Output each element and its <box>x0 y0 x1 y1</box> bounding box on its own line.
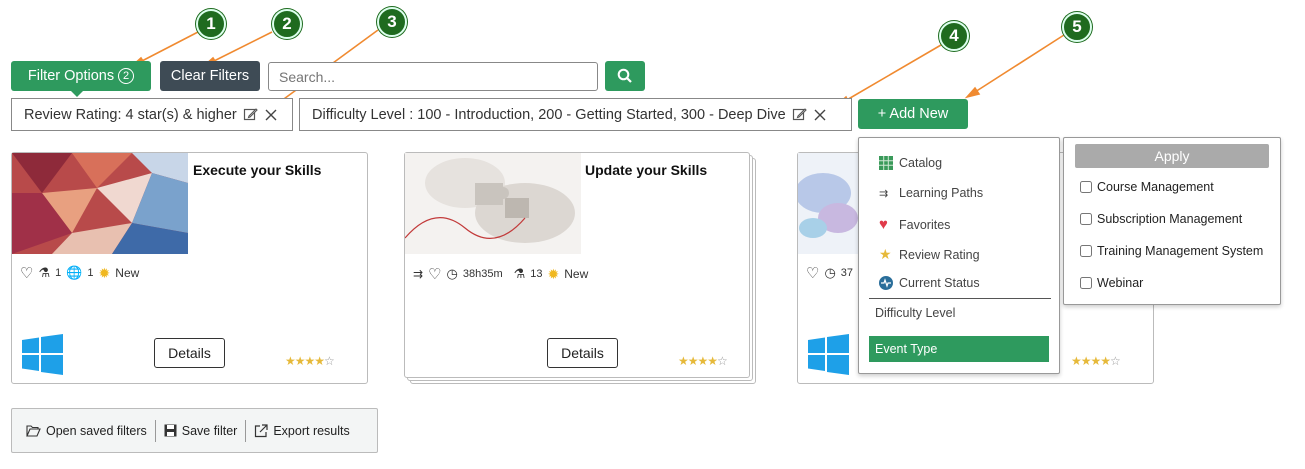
open-saved-filters-button[interactable]: Open saved filters <box>26 424 147 438</box>
search-input[interactable] <box>268 62 598 91</box>
external-link-icon <box>255 423 268 437</box>
menu-item-learning-paths[interactable]: ⇉ Learning Paths <box>879 186 983 200</box>
duration: 38h35m <box>462 268 503 280</box>
count-1: 13 <box>530 268 543 280</box>
details-button[interactable]: Details <box>547 338 618 368</box>
event-type-submenu: Apply Course Management Subscription Man… <box>1063 137 1281 305</box>
details-button[interactable]: Details <box>154 338 225 368</box>
folder-open-icon <box>26 424 41 437</box>
search-icon <box>617 68 632 83</box>
add-new-button[interactable]: + Add New <box>858 99 968 129</box>
path-icon: ⇉ <box>879 187 889 200</box>
card-meta: ♡ ⚗ 1 🌐 1 ✹ New <box>20 264 140 283</box>
checkbox[interactable] <box>1080 245 1092 257</box>
menu-divider <box>869 298 1051 299</box>
star-rating: ★★★★☆ <box>678 354 728 368</box>
card-title: Update your Skills <box>585 162 708 178</box>
clear-filters-button[interactable]: Clear Filters <box>160 61 260 91</box>
menu-item-difficulty-level[interactable]: Difficulty Level <box>875 306 955 320</box>
learning-path-card[interactable]: Update your Skills ⇉ ♡ ◷ 38h35m ⚗ 13 ✹ N… <box>404 152 750 378</box>
edit-icon[interactable] <box>243 107 258 122</box>
menu-item-catalog[interactable]: Catalog <box>879 156 942 170</box>
learning-path-icon: ⇉ <box>413 267 424 281</box>
heart-outline-icon[interactable]: ♡ <box>428 265 441 283</box>
menu-item-review-rating[interactable]: ★ Review Rating <box>879 246 980 263</box>
save-filter-button[interactable]: Save filter <box>164 424 237 438</box>
filter-chip-difficulty-level: Difficulty Level : 100 - Introduction, 2… <box>299 98 852 131</box>
course-thumbnail <box>798 153 860 254</box>
new-sun-icon: ✹ <box>547 265 560 282</box>
checkbox[interactable] <box>1080 181 1092 193</box>
course-card[interactable]: Execute your Skills ♡ ⚗ 1 🌐 1 ✹ New Deta… <box>11 152 368 384</box>
filter-count-badge: 2 <box>118 68 135 84</box>
filter-chip-label: Difficulty Level : 100 - Introduction, 2… <box>312 106 786 123</box>
clock-icon: ◷ <box>824 265 836 280</box>
new-label: New <box>564 267 589 281</box>
star-rating: ★★★★☆ <box>285 354 335 368</box>
event-type-option[interactable]: Webinar <box>1080 276 1143 290</box>
saved-filters-bar: Open saved filters Save filter Export re… <box>11 408 378 453</box>
add-new-menu: Catalog ⇉ Learning Paths ♥ Favorites ★ R… <box>858 137 1060 374</box>
filter-options-caret <box>70 90 84 97</box>
star-icon: ★ <box>879 246 892 262</box>
save-icon <box>164 424 177 437</box>
callout-badge-5: 5 <box>1062 12 1092 42</box>
count-1: 37 <box>840 267 854 279</box>
callout-badge-3: 3 <box>377 7 407 37</box>
menu-item-current-status[interactable]: Current Status <box>879 276 980 290</box>
filter-options-button[interactable]: Filter Options 2 <box>11 61 151 91</box>
windows-logo-icon <box>808 334 849 375</box>
course-thumbnail <box>12 153 188 254</box>
close-icon[interactable] <box>264 108 278 122</box>
checkbox[interactable] <box>1080 277 1092 289</box>
star-rating: ★★★★☆ <box>1071 354 1121 368</box>
heart-outline-icon[interactable]: ♡ <box>20 264 33 282</box>
callout-badge-1: 1 <box>196 9 226 39</box>
close-icon[interactable] <box>813 108 827 122</box>
windows-logo-icon <box>22 334 63 375</box>
event-type-option[interactable]: Training Management System <box>1080 244 1263 258</box>
separator <box>154 419 156 442</box>
new-label: New <box>115 266 140 280</box>
course-thumbnail <box>405 153 581 254</box>
count-2: 1 <box>87 267 94 279</box>
filter-chip-label: Review Rating: 4 star(s) & higher <box>24 106 237 123</box>
event-type-option[interactable]: Subscription Management <box>1080 212 1242 226</box>
card-meta: ♡ ◷ 37 <box>806 264 853 282</box>
count-1: 1 <box>55 267 62 279</box>
flask-icon: ⚗ <box>38 265 51 280</box>
card-title: Execute your Skills <box>193 162 322 178</box>
filter-options-label: Filter Options <box>27 68 115 84</box>
globe-icon: 🌐 <box>66 265 83 280</box>
menu-item-favorites[interactable]: ♥ Favorites <box>879 216 950 233</box>
callout-badge-2: 2 <box>272 9 302 39</box>
event-type-option[interactable]: Course Management <box>1080 180 1214 194</box>
clock-icon: ◷ <box>446 266 458 281</box>
menu-item-event-type[interactable]: Event Type <box>869 336 1049 362</box>
checkbox[interactable] <box>1080 213 1092 225</box>
export-results-button[interactable]: Export results <box>254 423 350 438</box>
apply-button[interactable]: Apply <box>1075 144 1269 168</box>
edit-icon[interactable] <box>792 107 807 122</box>
separator <box>245 419 247 442</box>
callout-badge-4: 4 <box>939 21 969 51</box>
heart-outline-icon[interactable]: ♡ <box>806 264 819 282</box>
search-button[interactable] <box>605 61 645 91</box>
new-sun-icon: ✹ <box>98 264 111 281</box>
flask-icon: ⚗ <box>513 266 526 281</box>
card-meta: ⇉ ♡ ◷ 38h35m ⚗ 13 ✹ New <box>413 265 589 284</box>
status-icon <box>879 276 893 290</box>
heart-icon: ♥ <box>879 216 888 233</box>
filter-chip-review-rating: Review Rating: 4 star(s) & higher <box>11 98 293 131</box>
grid-icon <box>879 156 893 170</box>
